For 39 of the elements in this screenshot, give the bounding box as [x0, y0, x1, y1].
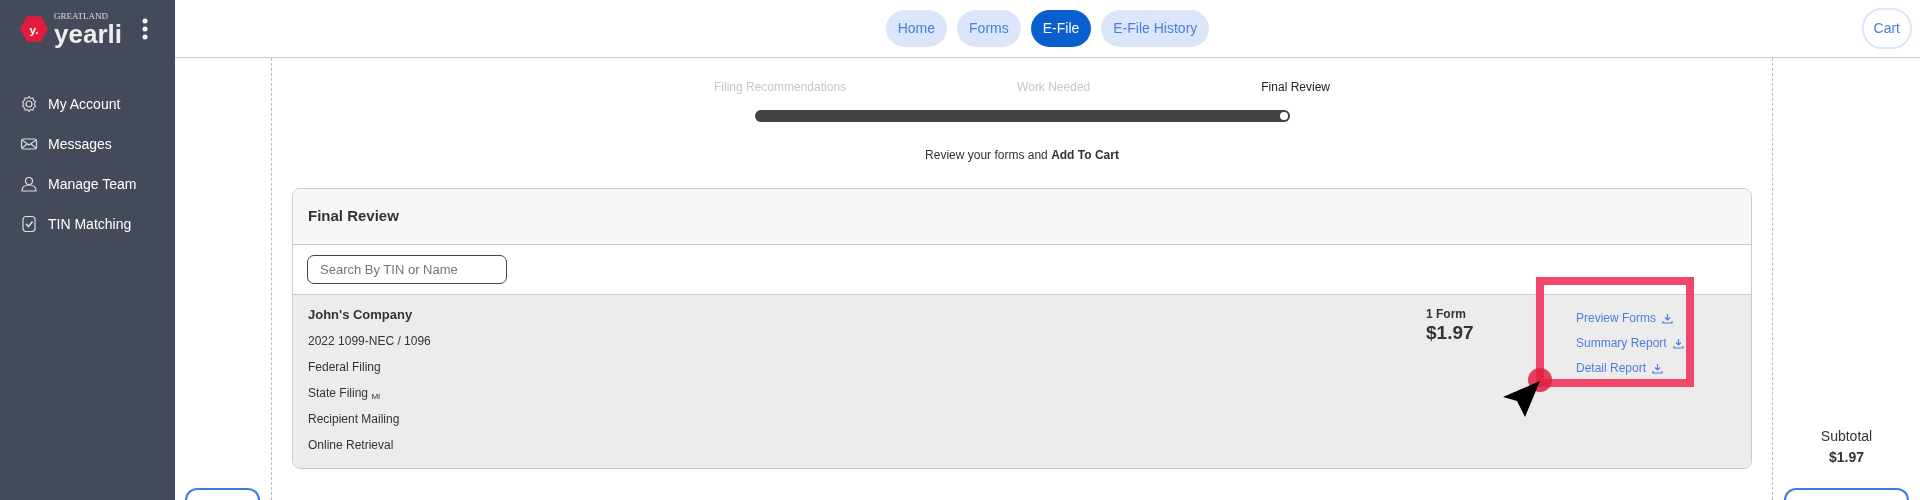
step-label: Final Review	[1261, 79, 1330, 96]
subtotal-amount: $1.97	[1828, 448, 1864, 467]
nav-tab[interactable]: Home	[885, 10, 948, 47]
nav-tab[interactable]: E-File History	[1101, 10, 1210, 47]
subtotal-label: Subtotal	[1820, 427, 1873, 446]
detail-text: 2022 1099-NEC / 1096	[308, 332, 431, 350]
checkout-button[interactable]	[1784, 488, 1909, 500]
form-count: 1 Form	[1426, 306, 1467, 323]
detail-text: Online Retrieval	[308, 436, 395, 454]
logo-text: GREATLAND	[54, 11, 109, 21]
person-icon	[20, 175, 38, 193]
logo-icon: y.	[20, 16, 48, 42]
sidebar-item[interactable]: Messages	[0, 124, 175, 164]
more-icon[interactable]	[141, 18, 148, 40]
sidebar-item[interactable]: My Account	[0, 84, 175, 124]
sidebar-item[interactable]: Manage Team	[0, 164, 175, 204]
download-icon	[1662, 312, 1673, 324]
nav-tab[interactable]: E-File	[1030, 10, 1092, 47]
detail-text: State Filing $_{MI}$	[308, 384, 382, 402]
back-button[interactable]	[185, 488, 260, 500]
download-icon	[1652, 362, 1664, 374]
download-link[interactable]: Preview Forms	[1576, 309, 1736, 327]
gear-icon	[20, 95, 38, 113]
logo-wordmark: yearli	[54, 20, 122, 47]
download-link[interactable]: Detail Report	[1576, 359, 1736, 377]
envelope-icon	[20, 135, 38, 153]
search-field[interactable]: Search By TIN or Name	[307, 254, 507, 284]
company-name: John's Company	[308, 306, 414, 324]
sidebar-item[interactable]: TIN Matching	[0, 204, 175, 244]
download-icon	[1672, 337, 1684, 349]
checkbox-icon	[20, 215, 38, 233]
price-text: $1.97	[1426, 323, 1475, 342]
instruction-text: Review your forms and Add To Cart	[924, 147, 1120, 164]
nav-tab[interactable]: Forms	[957, 10, 1021, 47]
detail-text: Federal Filing	[308, 358, 382, 376]
detail-text: Recipient Mailing	[308, 410, 401, 428]
cart-button[interactable]: Cart	[1861, 8, 1912, 49]
panel-title: Final Review	[293, 189, 1751, 245]
download-link[interactable]: Summary Report	[1576, 334, 1736, 352]
